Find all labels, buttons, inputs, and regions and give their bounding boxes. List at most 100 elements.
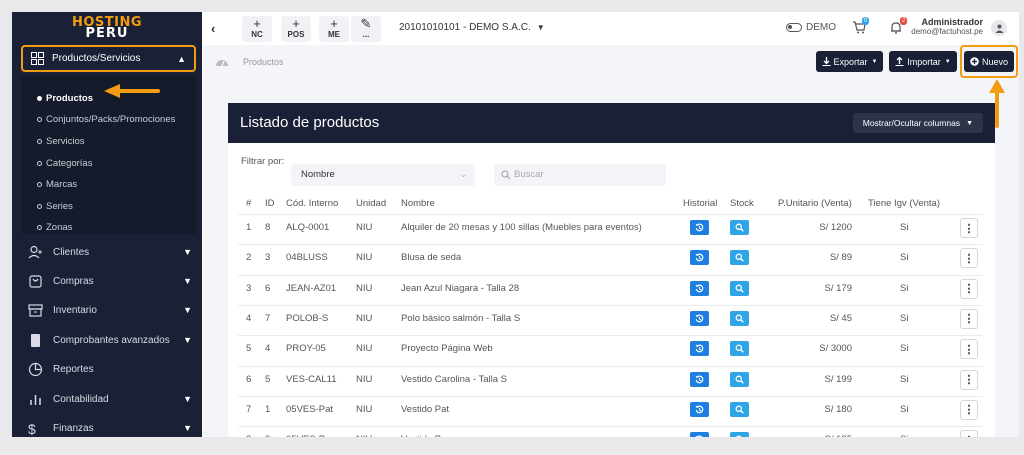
sidebar-item-comprobantes[interactable]: Comprobantes avanzados ▼	[28, 330, 196, 350]
row-actions-button[interactable]: ⋮	[960, 399, 978, 420]
history-button[interactable]	[690, 250, 709, 266]
collapse-sidebar-icon[interactable]: ‹	[211, 21, 215, 36]
products-card: Listado de productos Mostrar/Ocultar col…	[228, 103, 995, 437]
quick-button-label: POS	[287, 30, 305, 39]
row-actions-button[interactable]: ⋮	[960, 369, 978, 390]
row-actions-button[interactable]: ⋮	[960, 218, 978, 238]
quick-edit-button[interactable]: ✎...	[351, 16, 381, 42]
history-button[interactable]	[690, 310, 709, 326]
row-actions-button[interactable]: ⋮	[960, 339, 978, 360]
submenu-item-categorias[interactable]: Categorías	[37, 158, 92, 169]
history-button[interactable]	[690, 401, 709, 417]
sidebar-item-finanzas[interactable]: $ Finanzas ▼	[28, 418, 196, 437]
cart-button[interactable]: 0	[852, 17, 870, 39]
history-button[interactable]	[690, 280, 709, 296]
kebab-icon: ⋮	[963, 252, 975, 265]
user-info[interactable]: Administrador demo@factuhost.pe	[911, 17, 983, 36]
quick-pos-button[interactable]: + POS	[281, 16, 311, 42]
sidebar-item-label: Clientes	[53, 246, 90, 258]
submenu-item-label: Marcas	[46, 179, 78, 190]
export-button[interactable]: Exportar ▼	[816, 51, 883, 72]
sidebar-item-label: Compras	[53, 275, 94, 287]
column-header[interactable]: ID	[265, 198, 275, 209]
sidebar-item-inventario[interactable]: Inventario ▼	[28, 300, 196, 320]
history-button[interactable]	[690, 371, 709, 387]
row-divider	[238, 214, 983, 215]
row-actions-button[interactable]: ⋮	[960, 308, 978, 329]
column-header[interactable]: P.Unitario (Venta)	[778, 198, 852, 209]
sidebar-item-compras[interactable]: Compras ▼	[28, 271, 196, 291]
column-header[interactable]: #	[246, 198, 251, 209]
cell-id: 8	[265, 222, 271, 233]
sidebar-item-reportes[interactable]: Reportes	[28, 359, 196, 379]
column-header[interactable]: Historial	[683, 198, 717, 209]
company-selector[interactable]: 20101010101 - DEMO S.A.C. ▼	[399, 22, 545, 33]
sidebar-item-contabilidad[interactable]: Contabilidad ▼	[28, 389, 196, 409]
user-email: demo@factuhost.pe	[911, 27, 983, 36]
submenu-item-zonas[interactable]: Zonas	[37, 222, 72, 233]
demo-label: DEMO	[806, 22, 836, 33]
company-name: 20101010101 - DEMO S.A.C.	[399, 22, 531, 33]
submenu-item-label: Series	[46, 201, 73, 212]
chevron-down-icon: ▼	[966, 119, 973, 127]
quick-me-button[interactable]: + ME	[319, 16, 349, 42]
history-icon	[695, 344, 704, 353]
search-icon	[735, 284, 744, 293]
history-button[interactable]	[690, 341, 709, 357]
submenu-item-servicios[interactable]: Servicios	[37, 136, 85, 147]
stock-button[interactable]	[730, 371, 749, 387]
row-actions-button[interactable]: ⋮	[960, 278, 978, 299]
cell-unit: NIU	[356, 282, 373, 294]
stock-button[interactable]	[730, 250, 749, 266]
bag-icon	[28, 274, 43, 289]
row-divider	[238, 395, 983, 397]
cell-price: S/ 1200	[819, 222, 852, 233]
cell-igv: Si	[900, 403, 909, 415]
history-button[interactable]	[690, 432, 709, 437]
cell-id: 4	[265, 343, 271, 355]
quick-nc-button[interactable]: + NC	[242, 16, 272, 42]
avatar[interactable]	[991, 20, 1007, 36]
kebab-icon: ⋮	[963, 283, 975, 296]
column-header[interactable]: Unidad	[356, 198, 386, 209]
submenu-item-label: Servicios	[46, 136, 85, 147]
stock-button[interactable]	[730, 401, 749, 417]
cell-name: Jean Azul Niagara - Talla 28	[401, 282, 520, 294]
search-input[interactable]: Buscar	[494, 164, 666, 186]
row-divider	[238, 335, 983, 337]
cell-id: 6	[265, 282, 271, 294]
stock-button[interactable]	[730, 432, 749, 437]
stock-button[interactable]	[730, 341, 749, 357]
submenu-item-conjuntos[interactable]: Conjuntos/Packs/Promociones	[37, 114, 175, 125]
sidebar-item-clientes[interactable]: Clientes ▼	[28, 242, 196, 262]
cell-igv: Si	[900, 343, 909, 355]
highlight-box	[960, 45, 1018, 78]
submenu-item-productos[interactable]: Productos	[37, 93, 93, 104]
sidebar-section-productos[interactable]: Productos/Servicios ▲	[21, 45, 196, 72]
toggle-columns-button[interactable]: Mostrar/Ocultar columnas ▼	[852, 113, 983, 133]
demo-toggle[interactable]: DEMO	[786, 22, 836, 33]
submenu-item-label: Conjuntos/Packs/Promociones	[46, 114, 176, 125]
columns-button-label: Mostrar/Ocultar columnas	[862, 118, 961, 128]
stock-button[interactable]	[730, 280, 749, 296]
stock-button[interactable]	[730, 220, 749, 235]
cell-name: Vestido Pran	[401, 434, 455, 437]
submenu-item-marcas[interactable]: Marcas	[37, 179, 77, 190]
stock-button[interactable]	[730, 310, 749, 326]
import-button[interactable]: Importar ▼	[889, 51, 957, 72]
bullet-icon	[37, 116, 42, 122]
row-actions-button[interactable]: ⋮	[960, 430, 978, 437]
breadcrumb[interactable]: Productos	[243, 57, 284, 67]
column-header[interactable]: Stock	[730, 198, 754, 209]
logo: HOSTING PERU	[12, 12, 202, 44]
notifications-button[interactable]: 2	[890, 17, 908, 39]
submenu-item-series[interactable]: Series	[37, 201, 73, 212]
column-header[interactable]: Nombre	[401, 198, 435, 209]
bullet-icon	[37, 138, 42, 144]
row-actions-button[interactable]: ⋮	[960, 248, 978, 269]
column-header[interactable]: Tiene Igv (Venta)	[868, 198, 940, 209]
sidebar-item-label: Comprobantes avanzados	[53, 334, 170, 346]
filter-select[interactable]: Nombre ⌄	[291, 164, 475, 186]
column-header[interactable]: Cód. Interno	[286, 198, 338, 209]
history-button[interactable]	[690, 220, 709, 235]
